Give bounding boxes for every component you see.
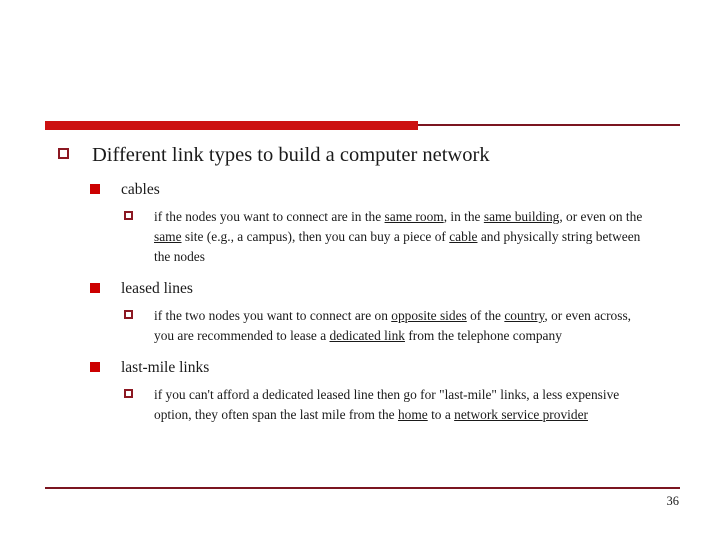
slide-body: Different link types to build a computer… <box>0 142 720 425</box>
list-item-detail: if the nodes you want to connect are in … <box>124 207 644 267</box>
text-run: , in the <box>443 209 484 224</box>
hollow-square-bullet-icon <box>58 148 69 159</box>
footer-rule <box>45 487 680 489</box>
bullet-group-last-mile-links: last-mile links if you can't afford a de… <box>0 357 720 425</box>
hollow-square-bullet-icon <box>124 389 133 398</box>
hollow-square-bullet-icon <box>124 211 133 220</box>
list-item: cables <box>90 179 720 200</box>
underlined-term: opposite sides <box>391 308 467 323</box>
page-number: 36 <box>666 494 680 508</box>
filled-square-bullet-icon <box>90 362 100 372</box>
bullet-group-cables: cables if the nodes you want to connect … <box>0 179 720 267</box>
underlined-term: same building <box>483 209 560 224</box>
text-run: if the nodes you want to connect are in … <box>154 209 385 224</box>
list-item-detail: if you can't afford a dedicated leased l… <box>124 385 644 425</box>
underlined-term: dedicated link <box>329 328 405 343</box>
list-item-label: last-mile links <box>121 359 210 376</box>
title-accent-rule <box>45 121 680 130</box>
list-item-detail-text: if you can't afford a dedicated leased l… <box>154 385 644 425</box>
list-item-detail: if the two nodes you want to connect are… <box>124 306 644 346</box>
hollow-square-bullet-icon <box>124 310 133 319</box>
list-item: leased lines <box>90 278 720 299</box>
filled-square-bullet-icon <box>90 184 100 194</box>
underlined-term: country <box>504 308 545 323</box>
list-item-detail-text: if the nodes you want to connect are in … <box>154 207 644 267</box>
text-run: to a <box>427 407 455 422</box>
text-run: , or even on the <box>559 209 643 224</box>
list-item-label: leased lines <box>121 280 193 297</box>
text-run: from the telephone company <box>404 328 562 343</box>
text-run: site (e.g., a campus), then you can buy … <box>181 229 450 244</box>
text-run: if the two nodes you want to connect are… <box>154 308 392 323</box>
underlined-term: cable <box>449 229 478 244</box>
slide: Different link types to build a computer… <box>0 0 720 540</box>
filled-square-bullet-icon <box>90 283 100 293</box>
underlined-term: home <box>397 407 428 422</box>
underlined-term: same <box>154 229 182 244</box>
text-run: of the <box>466 308 505 323</box>
page-title: Different link types to build a computer… <box>92 144 490 166</box>
underlined-term: same room <box>384 209 444 224</box>
list-item: last-mile links <box>90 357 720 378</box>
underlined-term: network service provider <box>454 407 588 422</box>
slide-title-bullet-row: Different link types to build a computer… <box>58 142 720 168</box>
list-item-label: cables <box>121 181 160 198</box>
list-item-detail-text: if the two nodes you want to connect are… <box>154 306 644 346</box>
bullet-group-leased-lines: leased lines if the two nodes you want t… <box>0 278 720 346</box>
title-rule-thick-bar <box>45 121 418 130</box>
